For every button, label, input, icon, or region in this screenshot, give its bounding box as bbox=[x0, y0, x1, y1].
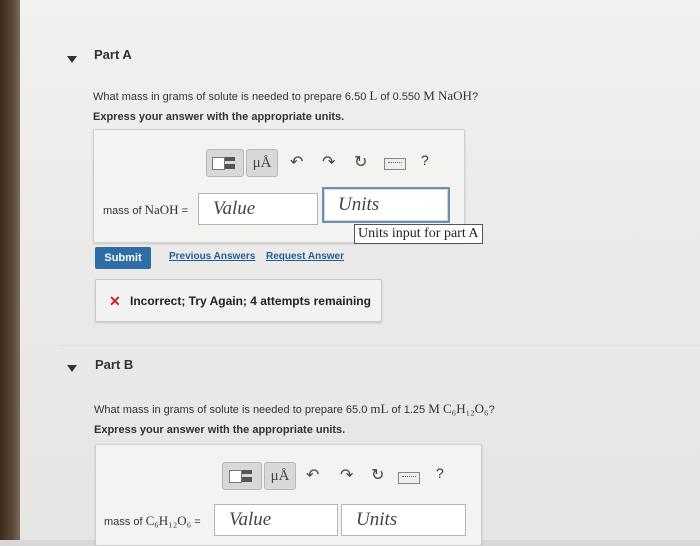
question-concentration: M C₆H₁₂O₆ bbox=[428, 401, 489, 416]
question-text: What mass in grams of solute is needed t… bbox=[93, 91, 370, 103]
reset-icon[interactable]: ↻ bbox=[354, 155, 367, 171]
part-b-units-input[interactable]: Units bbox=[341, 504, 466, 536]
mu-angstrom-icon: μÅ bbox=[270, 468, 290, 484]
part-a-answer-label: mass of NaOH = bbox=[103, 202, 188, 218]
template-fraction-icon bbox=[242, 477, 252, 482]
request-answer-link[interactable]: Request Answer bbox=[266, 251, 344, 262]
part-b-title: Part B bbox=[95, 357, 134, 372]
part-b-instruction: Express your answer with the appropriate… bbox=[94, 424, 346, 436]
question-text-mid: of 1.25 bbox=[388, 404, 429, 416]
submit-button[interactable]: Submit bbox=[95, 247, 151, 269]
question-concentration: M NaOH bbox=[423, 88, 472, 103]
part-a-question: What mass in grams of solute is needed t… bbox=[93, 88, 478, 104]
collapse-part-b-icon[interactable] bbox=[67, 365, 77, 372]
part-a-value-input[interactable]: Value bbox=[198, 193, 318, 225]
answer-label-formula: NaOH bbox=[144, 202, 179, 217]
answer-label-text: mass of bbox=[103, 205, 145, 217]
reset-icon[interactable]: ↻ bbox=[371, 468, 384, 484]
question-end: ? bbox=[488, 404, 495, 416]
answer-label-formula: C₆H₁₂O₆ bbox=[145, 513, 192, 528]
template-fraction-icon bbox=[225, 164, 235, 169]
feedback-box: ✕ Incorrect; Try Again; 4 attempts remai… bbox=[95, 279, 382, 322]
template-fraction-icon bbox=[242, 470, 252, 474]
templates-button[interactable] bbox=[206, 149, 244, 177]
undo-icon[interactable]: ↶ bbox=[290, 155, 303, 171]
question-unit: mL bbox=[370, 401, 389, 416]
units-symbol-button[interactable]: μÅ bbox=[264, 462, 296, 490]
undo-icon[interactable]: ↶ bbox=[306, 468, 319, 484]
question-text: What mass in grams of solute is needed t… bbox=[94, 404, 371, 416]
part-a-title: Part A bbox=[94, 47, 132, 62]
units-symbol-button[interactable]: μÅ bbox=[246, 149, 278, 177]
part-a-units-input[interactable]: Units bbox=[322, 187, 450, 223]
redo-icon[interactable]: ↷ bbox=[322, 155, 335, 171]
template-fraction-icon bbox=[225, 157, 235, 161]
template-box-icon bbox=[229, 470, 242, 483]
part-a-instruction: Express your answer with the appropriate… bbox=[93, 111, 345, 123]
help-icon[interactable]: ? bbox=[421, 152, 429, 168]
part-b-question: What mass in grams of solute is needed t… bbox=[94, 401, 495, 417]
question-text-mid: of 0.550 bbox=[377, 91, 424, 103]
redo-icon[interactable]: ↷ bbox=[340, 468, 353, 484]
part-b-answer-label: mass of C₆H₁₂O₆ = bbox=[104, 513, 201, 529]
collapse-part-a-icon[interactable] bbox=[67, 56, 77, 63]
feedback-text: Incorrect; Try Again; 4 attempts remaini… bbox=[130, 294, 371, 308]
help-icon[interactable]: ? bbox=[436, 465, 444, 481]
incorrect-icon: ✕ bbox=[109, 293, 121, 309]
answer-label-equals: = bbox=[178, 205, 188, 217]
answer-label-text: mass of bbox=[104, 516, 146, 528]
keyboard-icon[interactable] bbox=[398, 472, 420, 484]
question-end: ? bbox=[471, 91, 479, 103]
keyboard-icon[interactable] bbox=[384, 158, 406, 170]
part-b-value-input[interactable]: Value bbox=[214, 504, 338, 536]
previous-answers-link[interactable]: Previous Answers bbox=[169, 251, 255, 262]
section-divider bbox=[60, 345, 700, 346]
units-tooltip: Units input for part A bbox=[354, 224, 483, 244]
desk-edge bbox=[0, 0, 20, 540]
answer-label-equals: = bbox=[191, 516, 201, 528]
templates-button[interactable] bbox=[222, 462, 262, 490]
template-box-icon bbox=[212, 157, 225, 170]
mu-angstrom-icon: μÅ bbox=[252, 155, 272, 171]
